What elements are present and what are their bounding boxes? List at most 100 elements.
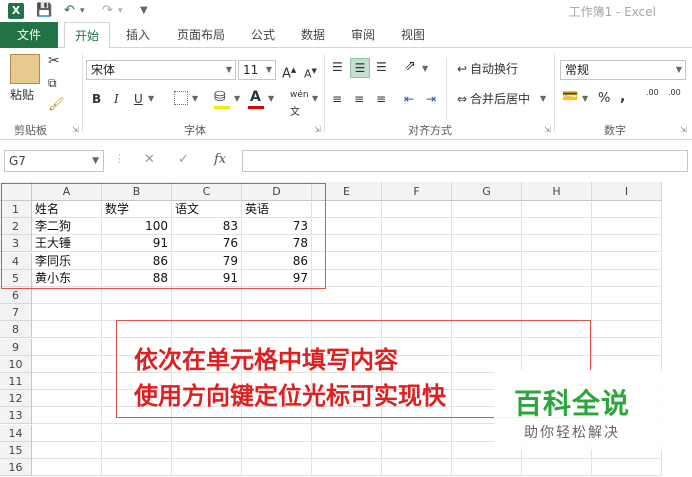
cell-a14[interactable] [32,424,102,442]
cell-a16[interactable] [32,459,102,476]
cell-f16[interactable] [382,459,452,476]
chevron-down-icon[interactable]: ▼ [312,90,318,108]
tab-formulas[interactable]: 公式 [246,22,280,48]
cell-g16[interactable] [452,459,522,476]
cell-e6[interactable] [312,287,382,304]
cell-c6[interactable] [172,287,242,304]
currency-icon[interactable]: 💳 [562,88,578,106]
cell-g5[interactable] [452,269,522,287]
cell-f6[interactable] [382,287,452,304]
cell-i1[interactable] [592,201,662,218]
cut-icon[interactable]: ✂ [48,52,60,70]
cell-c7[interactable] [172,304,242,322]
cell-a9[interactable] [32,338,102,356]
cell-h2[interactable] [522,218,592,236]
format-painter-icon[interactable]: 🖌 [48,96,65,114]
chevron-down-icon[interactable]: ▼ [540,90,546,108]
italic-button[interactable]: I [114,90,119,108]
border-icon[interactable] [174,91,188,105]
cell-b16[interactable] [102,459,172,476]
increase-indent-icon[interactable]: ⇥ [426,90,436,108]
column-header-h[interactable]: H [522,182,592,201]
row-header-13[interactable]: 13 [0,407,32,425]
cell-g7[interactable] [452,304,522,322]
cell-b6[interactable] [102,287,172,304]
cell-a7[interactable] [32,304,102,322]
chevron-down-icon[interactable]: ▼ [268,90,274,108]
tab-home[interactable]: 开始 [64,22,110,49]
orientation-icon[interactable]: ⇗ [404,57,416,75]
number-format-combo[interactable]: 常规 ▼ [560,60,686,80]
cell-h1[interactable] [522,201,592,218]
redo-dropdown-icon[interactable]: ▾ [118,2,123,20]
undo-icon[interactable]: ↶ [64,2,75,20]
underline-button[interactable]: U [134,90,143,108]
chevron-down-icon[interactable]: ▼ [582,90,588,108]
cell-c15[interactable] [172,441,242,459]
align-middle-icon[interactable]: ☰ [350,58,370,78]
cell-d16[interactable] [242,459,312,476]
cell-f5[interactable] [382,269,452,287]
decrease-indent-icon[interactable]: ⇤ [404,90,414,108]
cell-f2[interactable] [382,218,452,236]
cell-d7[interactable] [242,304,312,322]
cell-a15[interactable] [32,441,102,459]
grow-font-icon[interactable]: A▲ [282,61,296,83]
cell-e7[interactable] [312,304,382,322]
shrink-font-icon[interactable]: A▼ [304,62,317,84]
chevron-down-icon[interactable]: ▼ [234,90,240,108]
cell-i9[interactable] [592,338,662,356]
comma-button[interactable]: , [620,88,625,106]
cell-i2[interactable] [592,218,662,236]
cell-b15[interactable] [102,441,172,459]
cell-h7[interactable] [522,304,592,322]
row-header-15[interactable]: 15 [0,441,32,459]
redo-icon[interactable]: ↷ [102,2,113,20]
cell-a10[interactable] [32,355,102,373]
align-left-icon[interactable]: ≡ [332,90,342,108]
cell-e14[interactable] [312,424,382,442]
cell-e15[interactable] [312,441,382,459]
cell-g2[interactable] [452,218,522,236]
row-header-9[interactable]: 9 [0,338,32,356]
increase-decimal-icon[interactable]: .00 [646,88,659,97]
row-header-10[interactable]: 10 [0,355,32,373]
paste-button[interactable]: 粘贴 [10,86,34,104]
cell-d6[interactable] [242,287,312,304]
number-launcher-icon[interactable]: ⇲ [680,125,687,134]
enter-icon[interactable]: ✓ [178,152,189,167]
chevron-down-icon[interactable]: ▼ [192,90,198,108]
align-right-icon[interactable]: ≡ [376,90,386,108]
fill-color-icon[interactable]: ⛁ [214,88,226,106]
cell-a12[interactable] [32,390,102,408]
font-name-combo[interactable]: 宋体 ▼ [86,60,236,80]
merge-center-button[interactable]: ⇔ 合并后居中 [454,90,530,108]
cell-b7[interactable] [102,304,172,322]
cell-f1[interactable] [382,201,452,218]
tab-view[interactable]: 视图 [396,22,430,48]
customize-icon[interactable]: ▼ [140,2,148,20]
cell-d15[interactable] [242,441,312,459]
cell-a6[interactable] [32,287,102,304]
decrease-decimal-icon[interactable]: .00 [668,88,681,97]
row-header-16[interactable]: 16 [0,459,32,476]
align-top-icon[interactable]: ☰ [332,58,343,76]
row-header-7[interactable]: 7 [0,304,32,322]
align-bottom-icon[interactable]: ☰ [376,58,387,76]
font-size-combo[interactable]: 11 ▼ [238,60,276,80]
row-header-8[interactable]: 8 [0,321,32,339]
cell-i3[interactable] [592,235,662,253]
cell-f4[interactable] [382,252,452,270]
cancel-icon[interactable]: ✕ [144,152,155,167]
tab-insert[interactable]: 插入 [120,22,156,48]
font-color-icon[interactable]: A [250,88,261,106]
cell-g3[interactable] [452,235,522,253]
cell-i7[interactable] [592,304,662,322]
row-header-14[interactable]: 14 [0,424,32,442]
column-header-i[interactable]: I [592,182,662,201]
alignment-launcher-icon[interactable]: ⇲ [544,125,551,134]
cell-i8[interactable] [592,321,662,339]
percent-button[interactable]: % [598,90,610,108]
row-header-12[interactable]: 12 [0,390,32,408]
cell-i4[interactable] [592,252,662,270]
